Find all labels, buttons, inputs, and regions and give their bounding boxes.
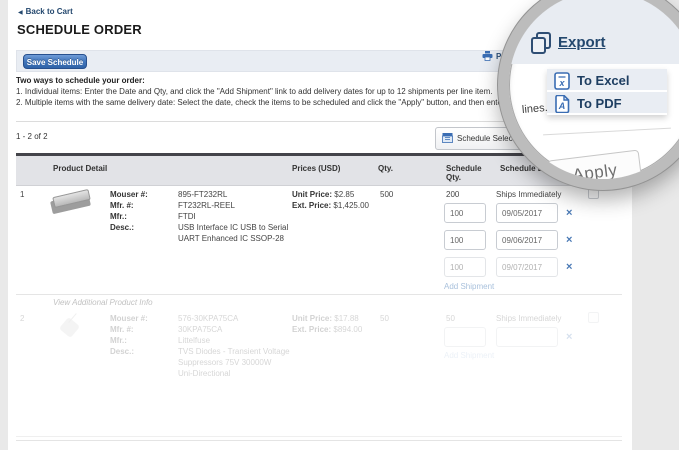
row2-shipment1-date-input[interactable] <box>496 327 558 347</box>
unit-price-label: Unit Price: <box>292 314 332 323</box>
to-excel-label: To Excel <box>577 73 630 88</box>
row2-select-checkbox[interactable] <box>588 312 599 323</box>
row2-add-shipment-link[interactable]: Add Shipment <box>444 351 494 360</box>
excel-file-icon: x <box>554 72 570 90</box>
pdf-file-icon: A <box>554 95 570 113</box>
row2-desc-2: Suppressors 75V 30000W <box>178 358 271 367</box>
row2-shipment1-qty-input[interactable] <box>444 327 486 347</box>
export-button[interactable]: Export <box>529 31 659 61</box>
row2-manufacturer: Littelfuse <box>178 336 210 345</box>
ext-price-label: Ext. Price: <box>292 325 331 334</box>
row2-mfr-label: Mfr.: <box>110 336 127 345</box>
menu-item-to-excel[interactable]: x To Excel <box>547 69 667 92</box>
svg-text:A: A <box>558 101 566 111</box>
export-dropdown-menu: x To Excel A To PDF <box>547 69 667 115</box>
row2-qty: 50 <box>380 314 389 323</box>
row2-mouser-label: Mouser #: <box>110 314 148 323</box>
magnified-text-fragment: lines. <box>522 102 549 116</box>
unit-price-value: $17.88 <box>334 314 358 323</box>
row2-ships-immediately: Ships Immediately <box>496 314 561 323</box>
row2-mouser-part-link[interactable]: 576-30KPA75CA <box>178 314 238 323</box>
row2-mfrno-label: Mfr. #: <box>110 325 134 334</box>
row2-unit-price: Unit Price: $17.88 <box>292 314 359 323</box>
ext-price-value: $894.00 <box>333 325 362 334</box>
to-pdf-label: To PDF <box>577 96 622 111</box>
row2-desc-1: TVS Diodes - Transient Voltage <box>178 347 290 356</box>
row2-desc-label: Desc.: <box>110 347 134 356</box>
svg-text:x: x <box>558 78 565 88</box>
bottom-divider-1 <box>16 436 622 437</box>
row2-ext-price: Ext. Price: $894.00 <box>292 325 362 334</box>
row2-mfr-part: 30KPA75CA <box>178 325 222 334</box>
row2-shipment1-remove-icon[interactable]: × <box>566 332 572 342</box>
export-copy-icon <box>529 31 553 57</box>
row2-desc-3: Uni-Directional <box>178 369 230 378</box>
row2-schedule-qty: 50 <box>446 314 455 323</box>
export-label: Export <box>558 34 606 51</box>
menu-item-to-pdf[interactable]: A To PDF <box>547 92 667 115</box>
magnified-hairline <box>543 128 671 136</box>
bottom-divider-2 <box>16 440 622 441</box>
row2-number: 2 <box>20 314 24 323</box>
